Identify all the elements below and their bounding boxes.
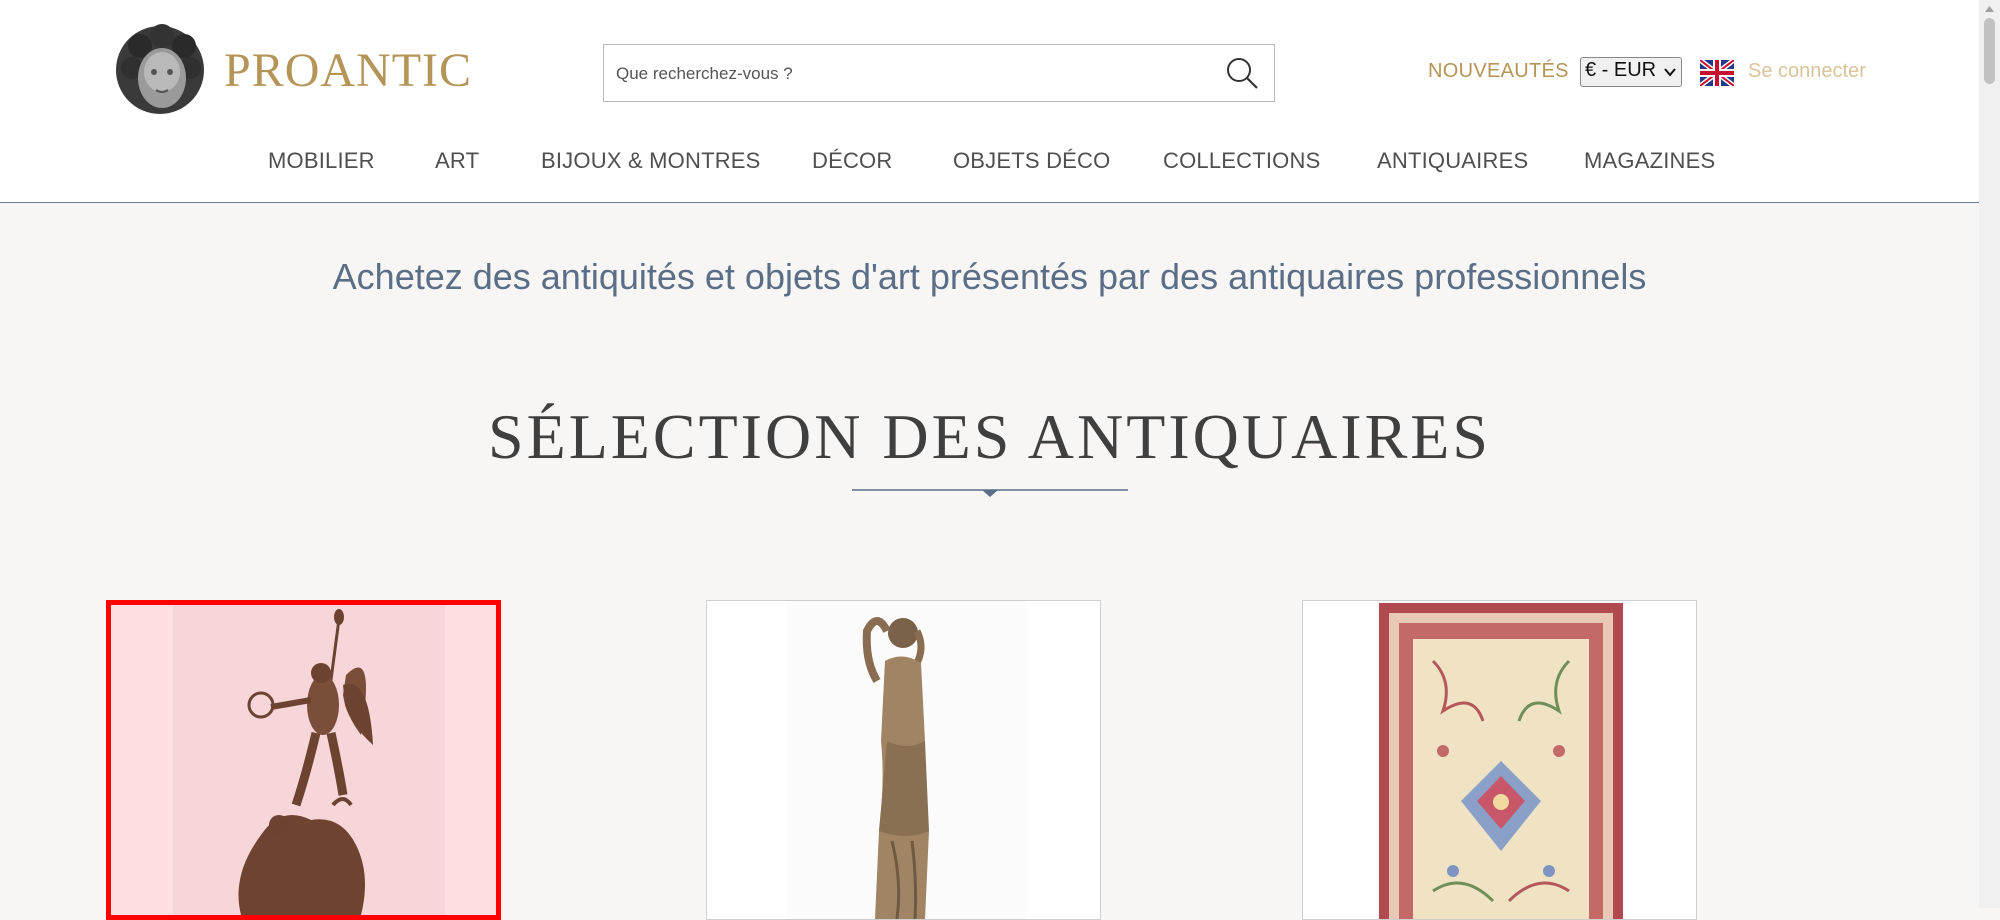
search-icon[interactable] (1224, 55, 1260, 91)
nav-item-antiquaires[interactable]: ANTIQUAIRES (1377, 148, 1528, 174)
scroll-up-icon[interactable] (1984, 4, 1995, 14)
product-card-sculpture[interactable] (106, 600, 501, 920)
currency-select[interactable]: € - EUR (1580, 57, 1682, 87)
nav-item-decor[interactable]: DÉCOR (812, 148, 892, 174)
section-title: SÉLECTION DES ANTIQUAIRES (488, 401, 1491, 472)
nav-item-objets-deco[interactable]: OBJETS DÉCO (953, 148, 1110, 174)
uk-flag-icon[interactable] (1700, 60, 1734, 86)
nav-item-magazines[interactable]: MAGAZINES (1584, 148, 1715, 174)
tagline: Achetez des antiquités et objets d'art p… (332, 256, 1647, 297)
logo-head-icon (116, 24, 204, 114)
login-link[interactable]: Se connecter (1748, 60, 1866, 83)
new-arrivals-link[interactable]: NOUVEAUTÉS (1428, 60, 1569, 83)
brand-name: PROANTIC (224, 43, 473, 97)
bronze-statue-image (707, 601, 1100, 919)
main-nav: MOBILIER ART BIJOUX & MONTRES DÉCOR OBJE… (0, 148, 1979, 178)
product-card-rug[interactable] (1302, 600, 1697, 920)
product-card-statue[interactable] (706, 600, 1101, 920)
page-scrollbar[interactable] (1979, 0, 2000, 908)
search-input[interactable] (614, 45, 1208, 103)
currency-value: € - EUR (1585, 59, 1657, 81)
persian-rug-image (1303, 601, 1696, 919)
chevron-down-icon (1664, 68, 1676, 77)
nav-item-art[interactable]: ART (435, 148, 479, 174)
logo-link[interactable]: PROANTIC (110, 20, 472, 120)
site-header: PROANTIC NOUVEAUTÉS € - EUR Se connecter… (0, 0, 1979, 203)
scrollbar-thumb[interactable] (1984, 18, 1995, 84)
search-bar (603, 44, 1275, 103)
nav-item-bijoux-montres[interactable]: BIJOUX & MONTRES (541, 148, 761, 174)
nav-item-mobilier[interactable]: MOBILIER (268, 148, 375, 174)
bronze-sculpture-image (111, 605, 496, 915)
title-divider (852, 489, 1128, 497)
nav-item-collections[interactable]: COLLECTIONS (1163, 148, 1320, 174)
